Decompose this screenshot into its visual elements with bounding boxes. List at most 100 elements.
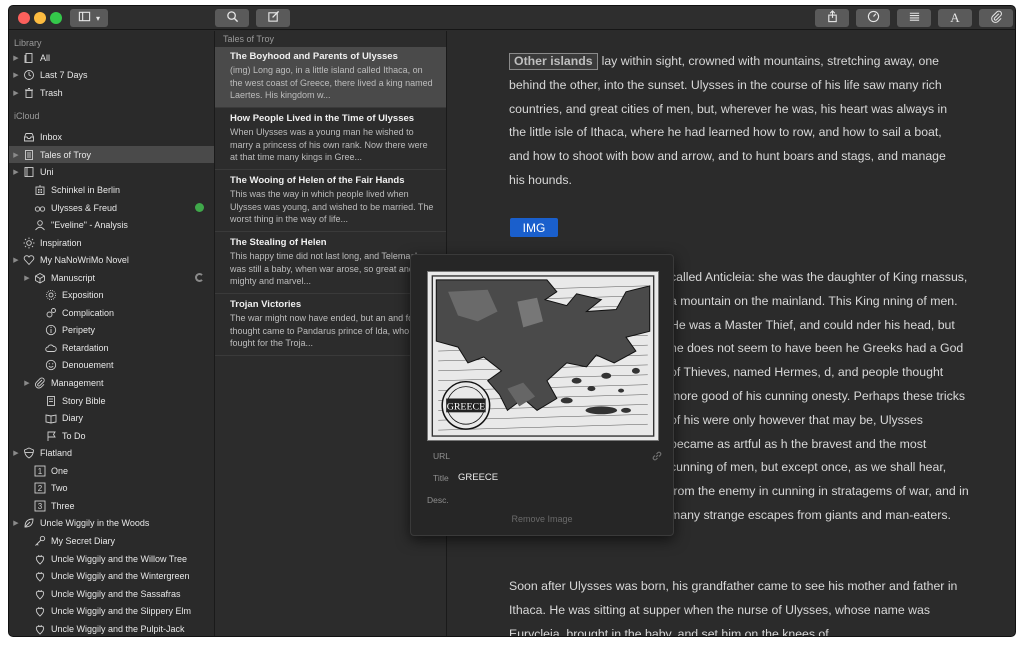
sidebar-item[interactable]: Story Bible: [9, 392, 214, 409]
sidebar-item[interactable]: Denouement: [9, 356, 214, 373]
sheet-item[interactable]: How People Lived in the Time of Ulysses W…: [215, 109, 446, 170]
sidebar-item[interactable]: Inbox: [9, 128, 214, 145]
strawberry-icon: [34, 588, 46, 600]
url-label: URL: [433, 451, 451, 461]
sidebar-item[interactable]: Inspiration: [9, 234, 214, 251]
paperclip-icon: [34, 377, 46, 389]
strawberry-icon: [34, 605, 46, 617]
editor-paragraph[interactable]: Soon after Ulysses was born, his grandfa…: [509, 575, 964, 636]
sidebar-item[interactable]: Retardation: [9, 339, 214, 356]
disclosure-triangle-icon[interactable]: ▶: [12, 151, 20, 159]
app-window: ▾ A Library iCloud ▶ All ▶ Last 7 Days ▶ Tras…: [8, 5, 1016, 637]
sidebar-item[interactable]: ▶ Manuscript: [9, 269, 214, 286]
search-button[interactable]: [215, 9, 249, 27]
sidebar-item[interactable]: Complication: [9, 304, 214, 321]
sidebar-item[interactable]: Exposition: [9, 286, 214, 303]
share-icon: [826, 10, 839, 26]
inline-tag[interactable]: Other islands: [509, 53, 598, 70]
sidebar-item[interactable]: Schinkel in Berlin: [9, 181, 214, 198]
goal-icon: [867, 10, 880, 26]
library-header: Library: [14, 38, 42, 48]
remove-image-button[interactable]: Remove Image: [411, 514, 673, 524]
sidebar-item-label: Inspiration: [40, 237, 82, 248]
disclosure-triangle-icon[interactable]: ▶: [12, 449, 20, 457]
toc-button[interactable]: [897, 9, 931, 27]
docs-icon: [23, 52, 35, 64]
minimize-window-button[interactable]: [34, 12, 46, 24]
sidebar-item-label: All: [40, 52, 51, 63]
book-icon: [23, 166, 35, 178]
sidebar-item[interactable]: ▶ All: [9, 49, 214, 66]
sheet-item[interactable]: The Wooing of Helen of the Fair Hands Thi…: [215, 171, 446, 232]
disclosure-triangle-icon[interactable]: ▶: [12, 519, 20, 527]
disclosure-triangle-icon[interactable]: ▶: [23, 379, 31, 387]
sheet-item[interactable]: The Boyhood and Parents of Ulysses (img) …: [215, 47, 446, 108]
gears-icon: [45, 307, 57, 319]
sidebar-item[interactable]: "Eveline" - Analysis: [9, 216, 214, 233]
sidebar-item[interactable]: Uncle Wiggily and the Slippery Elm: [9, 602, 214, 619]
zoom-window-button[interactable]: [50, 12, 62, 24]
link-icon[interactable]: [651, 449, 663, 461]
box-icon: [34, 272, 46, 284]
sidebar-item[interactable]: ▶ Trash: [9, 84, 214, 101]
sidebar-item-label: Two: [51, 482, 68, 493]
disclosure-triangle-icon[interactable]: ▶: [23, 274, 31, 282]
sidebar-item-label: Schinkel in Berlin: [51, 184, 121, 195]
desc-field[interactable]: [458, 494, 638, 506]
progress-indicator: [195, 273, 204, 282]
sidebar-item[interactable]: ▶ Flatland: [9, 444, 214, 461]
sidebar-item[interactable]: ▶ Tales of Troy: [9, 146, 214, 163]
sidebar-item[interactable]: Diary: [9, 409, 214, 426]
disclosure-triangle-icon[interactable]: ▶: [12, 168, 20, 176]
image-tag[interactable]: IMG: [510, 218, 558, 237]
disclosure-triangle-icon[interactable]: ▶: [12, 89, 20, 97]
sidebar-item[interactable]: ▶ Management: [9, 374, 214, 391]
strawberry-icon: [34, 570, 46, 582]
sidebar-item-label: Ulysses & Freud: [51, 202, 118, 213]
editor-paragraph[interactable]: called Anticleia: she was the daughter o…: [670, 266, 970, 528]
sidebar-item[interactable]: ▶ Uncle Wiggily in the Woods: [9, 514, 214, 531]
disclosure-triangle-icon[interactable]: ▶: [12, 256, 20, 264]
image-popover: GREECE URL Title GREECE Desc. Remove Ima…: [410, 254, 674, 536]
title-label: Title: [433, 473, 449, 483]
sidebar-item-label: Uni: [40, 166, 54, 177]
sidebar-item[interactable]: Uncle Wiggily and the Willow Tree: [9, 550, 214, 567]
sidebar-item[interactable]: To Do: [9, 427, 214, 444]
sidebar-item-label: Uncle Wiggily and the Wintergreen: [51, 570, 190, 581]
sidebar-item[interactable]: 3 Three: [9, 497, 214, 514]
sidebar-item[interactable]: 2 Two: [9, 479, 214, 496]
close-window-button[interactable]: [18, 12, 30, 24]
sidebar-item[interactable]: Uncle Wiggily and the Pulpit-Jack: [9, 620, 214, 636]
new-sheet-button[interactable]: [256, 9, 290, 27]
attachments-button[interactable]: [979, 9, 1013, 27]
sidebar-item[interactable]: Uncle Wiggily and the Sassafras: [9, 585, 214, 602]
sheet-title: How People Lived in the Time of Ulysses: [230, 113, 415, 124]
sun-icon: [23, 237, 35, 249]
sidebar-toggle-button[interactable]: ▾: [70, 9, 108, 27]
info-icon: [45, 324, 57, 336]
sidebar-item[interactable]: 1 One: [9, 462, 214, 479]
status-dot: [195, 203, 204, 212]
url-field[interactable]: [458, 451, 638, 463]
disclosure-triangle-icon[interactable]: ▶: [12, 54, 20, 62]
title-field[interactable]: GREECE: [458, 472, 498, 483]
sidebar-item-label: Uncle Wiggily in the Woods: [40, 517, 150, 528]
map-image: GREECE: [427, 271, 659, 441]
sidebar-item[interactable]: Peripety: [9, 321, 214, 338]
sidebar-item[interactable]: My Secret Diary: [9, 532, 214, 549]
sidebar-item[interactable]: ▶ Last 7 Days: [9, 66, 214, 83]
share-button[interactable]: [815, 9, 849, 27]
editor-paragraph[interactable]: Other islands lay within sight, crowned w…: [509, 50, 964, 193]
sidebar-item[interactable]: Uncle Wiggily and the Wintergreen: [9, 567, 214, 584]
sidebar-item[interactable]: ▶ Uni: [9, 163, 214, 180]
greece-map-illustration: GREECE: [428, 272, 658, 440]
text-format-button[interactable]: A: [938, 9, 972, 27]
sheet-list-header: Tales of Troy: [223, 34, 275, 44]
trash-icon: [23, 87, 35, 99]
clock-icon: [23, 69, 35, 81]
disclosure-triangle-icon[interactable]: ▶: [12, 71, 20, 79]
sidebar-item[interactable]: ▶ My NaNoWriMo Novel: [9, 251, 214, 268]
sidebar-item[interactable]: Ulysses & Freud: [9, 199, 214, 216]
goal-button[interactable]: [856, 9, 890, 27]
library-sidebar: Library iCloud ▶ All ▶ Last 7 Days ▶ Trash Inb…: [9, 31, 215, 636]
